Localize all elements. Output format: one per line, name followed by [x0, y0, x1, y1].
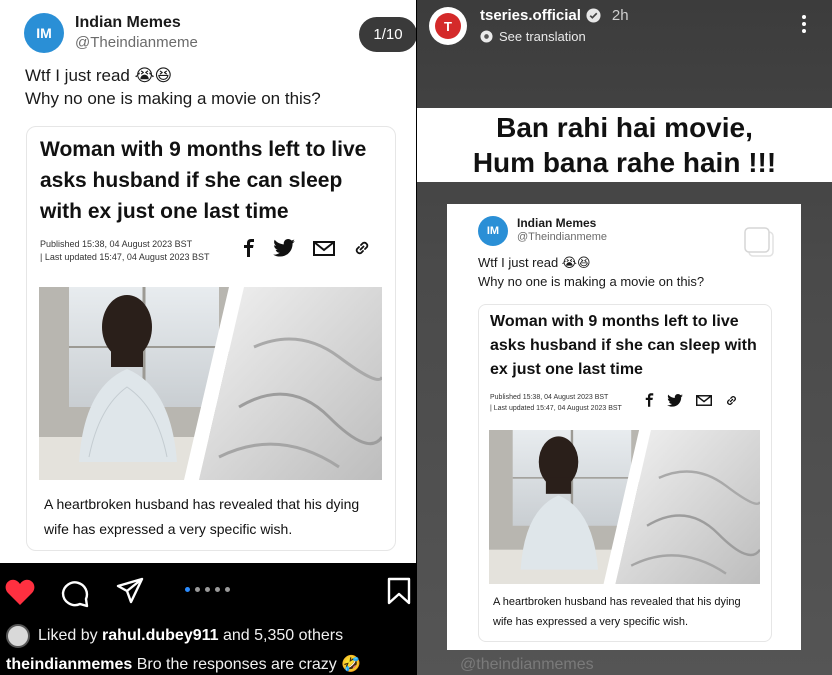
caption-text: Bro the responses are crazy 🤣	[132, 656, 362, 673]
carousel-counter: 1/10	[359, 17, 416, 52]
share-icons	[243, 239, 371, 257]
story-avatar[interactable]: T	[429, 7, 467, 45]
story-text-overlay: Ban rahi hai movie, Hum bana rahe hain !…	[417, 108, 832, 182]
story-text-line: Hum bana rahe hain !!!	[472, 147, 777, 178]
carousel-dot	[215, 587, 220, 592]
tweet-text: Wtf I just read 😭😆 Why no one is making …	[478, 253, 704, 291]
bookmark-icon[interactable]	[387, 577, 411, 605]
tweet-avatar: IM	[478, 216, 508, 246]
carousel-dots	[185, 587, 230, 592]
story-header: tseries.official 2h	[480, 7, 629, 24]
story-time: 2h	[611, 7, 629, 24]
tweet-avatar: IM	[24, 13, 64, 53]
carousel-dot	[205, 587, 210, 592]
twitter-icon	[667, 393, 683, 407]
tweet-author-name: Indian Memes	[517, 216, 597, 230]
article-meta: Published 15:38, 04 August 2023 BST | La…	[40, 238, 209, 264]
tweet-author-handle: @Theindianmeme	[517, 231, 608, 243]
more-options-icon[interactable]	[801, 14, 807, 34]
article-caption: A heartbroken husband has revealed that …	[493, 596, 741, 628]
story-mention-tag[interactable]: @theindianmemes	[460, 656, 594, 674]
likes-line: Liked by rahul.dubey911 and 5,350 others	[6, 624, 343, 648]
tweet-text-line: Wtf I just read 😭😆	[478, 255, 591, 270]
tweet-text-line: Wtf I just read 😭😆	[25, 66, 173, 85]
link-icon	[727, 395, 736, 405]
article-published: Published 15:38, 04 August 2023 BST	[40, 239, 193, 249]
instagram-story: T tseries.official 2h See translation Ba…	[417, 0, 832, 675]
see-translation-button[interactable]: See translation	[480, 29, 586, 44]
share-icons	[645, 393, 738, 407]
article-photo	[489, 430, 760, 584]
verified-badge-icon	[586, 8, 601, 23]
article-card: Woman with 9 months left to live asks hu…	[478, 304, 772, 642]
photo-woman-and-bed	[489, 430, 760, 584]
article-photo	[39, 287, 382, 480]
mail-icon	[696, 394, 712, 406]
copy-icon	[744, 227, 774, 257]
tseries-logo-icon: T	[435, 13, 461, 39]
article-updated: | Last updated 15:47, 04 August 2023 BST	[490, 405, 622, 412]
liker-avatar	[6, 624, 30, 648]
post-image-tweet[interactable]: IM Indian Memes @Theindianmeme 1/10 Wtf …	[0, 0, 416, 563]
twitter-icon	[273, 239, 295, 257]
tweet-author-name: Indian Memes	[75, 14, 181, 31]
story-text-line: Ban rahi hai movie,	[496, 112, 753, 143]
share-send-icon[interactable]	[116, 577, 144, 605]
article-published: Published 15:38, 04 August 2023 BST	[490, 394, 609, 401]
carousel-dot	[185, 587, 190, 592]
likes-text: Liked by rahul.dubey911 and 5,350 others	[38, 627, 344, 644]
article-meta: Published 15:38, 04 August 2023 BST | La…	[490, 392, 622, 414]
mail-icon	[313, 240, 335, 256]
caption-username-link[interactable]: theindianmemes	[6, 656, 132, 673]
tweet-text-line: Why no one is making a movie on this?	[25, 89, 321, 108]
tweet-text-line: Why no one is making a movie on this?	[478, 274, 705, 289]
carousel-dot	[195, 587, 200, 592]
see-translation-label: See translation	[499, 29, 586, 44]
article-headline: Woman with 9 months left to live asks hu…	[490, 313, 757, 378]
tweet-text: Wtf I just read 😭😆 Why no one is making …	[25, 64, 321, 110]
story-tweet-screenshot: IM Indian Memes @Theindianmeme Wtf I jus…	[447, 204, 801, 650]
photo-woman-and-bed	[39, 287, 382, 480]
article-card: Woman with 9 months left to live asks hu…	[26, 126, 396, 551]
carousel-dot	[225, 587, 230, 592]
post-caption: theindianmemes Bro the responses are cra…	[6, 654, 361, 674]
link-icon	[355, 241, 369, 255]
comment-icon[interactable]	[60, 578, 90, 608]
facebook-icon	[244, 239, 254, 257]
article-headline: Woman with 9 months left to live asks hu…	[40, 138, 367, 223]
article-updated: | Last updated 15:47, 04 August 2023 BST	[40, 252, 210, 262]
instagram-post: IM Indian Memes @Theindianmeme 1/10 Wtf …	[0, 0, 416, 675]
story-username[interactable]: tseries.official	[480, 7, 581, 24]
translate-icon	[480, 30, 493, 43]
like-heart-icon[interactable]	[5, 578, 35, 606]
article-caption: A heartbroken husband has revealed that …	[44, 496, 360, 537]
liker-username-link[interactable]: rahul.dubey911	[102, 627, 219, 644]
facebook-icon	[645, 393, 654, 407]
tweet-author-handle: @Theindianmeme	[75, 34, 198, 51]
